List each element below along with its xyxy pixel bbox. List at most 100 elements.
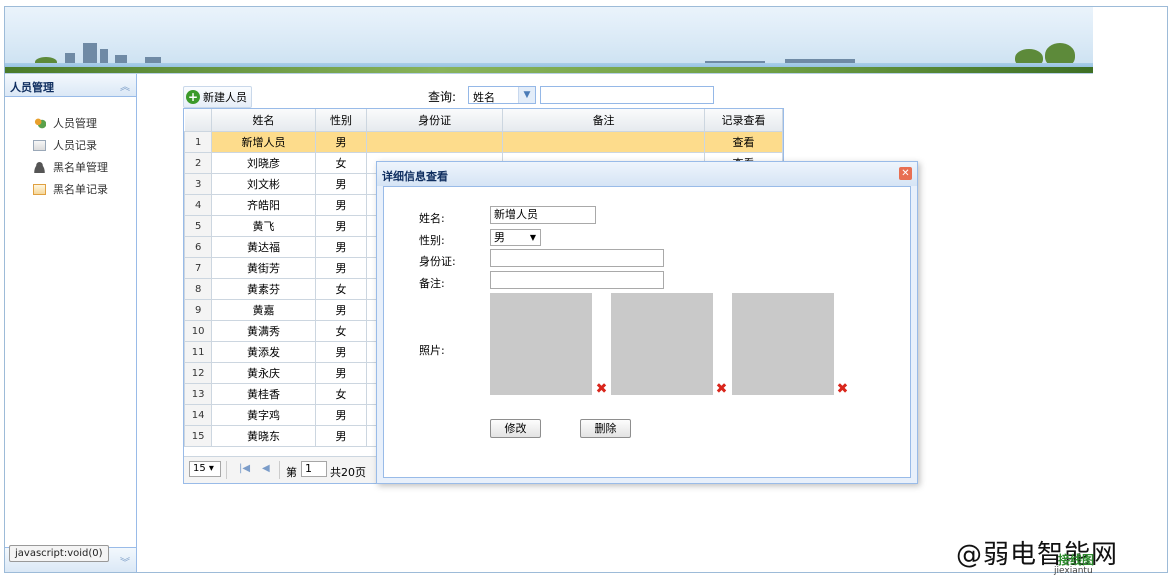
sex-value: 男 <box>494 231 505 244</box>
prev-page-icon[interactable]: ◀ <box>262 463 270 474</box>
delete-photo-icon[interactable]: ✖ <box>595 382 608 396</box>
row-number-cell: 3 <box>183 173 213 195</box>
sidebar-item-person-manage[interactable]: 人员管理 <box>33 113 136 135</box>
id-field[interactable] <box>490 249 664 267</box>
sex-label: 性别: <box>419 234 445 247</box>
row-number-cell: 15 <box>183 425 213 447</box>
rownum-header <box>184 109 213 132</box>
sex-cell: 男 <box>314 194 368 216</box>
col-header-view[interactable]: 记录查看 <box>704 109 783 132</box>
note-field[interactable] <box>490 271 664 289</box>
chevron-down-icon: ▼ <box>518 87 535 103</box>
total-pages-label: 共20页 <box>330 466 366 479</box>
name-cell: 新增人员 <box>211 131 316 153</box>
row-number-cell: 1 <box>183 131 213 153</box>
page-number-input[interactable]: 1 <box>301 461 327 477</box>
grass-shape <box>5 67 1093 73</box>
sidebar-item-label: 黑名单管理 <box>53 161 108 174</box>
photo-slot[interactable] <box>732 293 834 395</box>
row-number-cell: 10 <box>183 320 213 342</box>
query-field-select[interactable]: 姓名 ▼ <box>468 86 536 104</box>
name-cell: 黄满秀 <box>211 320 316 342</box>
name-cell: 黄晓东 <box>211 425 316 447</box>
note-cell <box>502 131 706 153</box>
edit-button[interactable]: 修改 <box>490 419 541 438</box>
sex-cell: 女 <box>314 383 368 405</box>
sidebar-item-blacklist-record[interactable]: 黑名单记录 <box>33 179 136 201</box>
id-label: 身份证: <box>419 255 456 268</box>
expand-icon[interactable]: ︾ <box>120 554 130 569</box>
sidebar-title: 人员管理 <box>10 81 54 94</box>
sex-cell: 女 <box>314 320 368 342</box>
new-person-button[interactable]: + 新建人员 <box>183 86 252 108</box>
sidebar-item-person-record[interactable]: 人员记录 <box>33 135 136 157</box>
row-number-cell: 6 <box>183 236 213 258</box>
sex-select[interactable]: 男 ▼ <box>490 229 541 246</box>
delete-photo-icon[interactable]: ✖ <box>836 382 849 396</box>
photo-label: 照片: <box>419 344 445 357</box>
row-number-cell: 7 <box>183 257 213 279</box>
row-number-cell: 12 <box>183 362 213 384</box>
name-cell: 黄飞 <box>211 215 316 237</box>
sidebar-item-blacklist-manage[interactable]: 黑名单管理 <box>33 157 136 179</box>
sex-cell: 男 <box>314 215 368 237</box>
col-header-id[interactable]: 身份证 <box>366 109 504 132</box>
note-label: 备注: <box>419 277 445 290</box>
user-black-icon <box>33 162 46 173</box>
row-number-cell: 4 <box>183 194 213 216</box>
page-size-select[interactable]: 15 ▾ <box>189 461 221 477</box>
col-header-sex[interactable]: 性别 <box>314 109 368 132</box>
sidebar-item-label: 人员记录 <box>53 139 97 152</box>
name-cell: 黄桂香 <box>211 383 316 405</box>
pager-separator <box>226 461 227 479</box>
sex-cell: 男 <box>314 236 368 258</box>
row-number-cell: 2 <box>183 152 213 174</box>
name-field[interactable]: 新增人员 <box>490 206 596 224</box>
view-link[interactable]: 查看 <box>704 131 783 153</box>
users-icon <box>33 118 46 129</box>
detail-dialog: 详细信息查看 ✕ 姓名: 新增人员 性别: 男 ▼ 身份证: 备注: 照片: ✖… <box>376 161 918 484</box>
name-cell: 黄素芬 <box>211 278 316 300</box>
name-cell: 黄字鸡 <box>211 404 316 426</box>
sex-cell: 男 <box>314 404 368 426</box>
grid-header-row: 姓名 性别 身份证 备注 记录查看 <box>184 109 783 132</box>
id-cell <box>366 131 504 153</box>
sex-cell: 女 <box>314 152 368 174</box>
chevron-down-icon: ▼ <box>529 233 536 242</box>
col-header-note[interactable]: 备注 <box>502 109 706 132</box>
name-cell: 齐皓阳 <box>211 194 316 216</box>
blacklist-record-icon <box>33 184 46 195</box>
dialog-body: 姓名: 新增人员 性别: 男 ▼ 身份证: 备注: 照片: ✖ ✖ ✖ 修改 删… <box>383 186 911 478</box>
photo-slot[interactable] <box>490 293 592 395</box>
pager-separator <box>279 461 280 479</box>
close-icon[interactable]: ✕ <box>899 167 912 180</box>
page-size-value: 15 <box>193 463 206 474</box>
page-label: 第 <box>286 466 297 479</box>
sex-cell: 男 <box>314 425 368 447</box>
first-page-icon[interactable]: |◀ <box>239 463 250 474</box>
photo-slot[interactable] <box>611 293 713 395</box>
sex-cell: 男 <box>314 299 368 321</box>
row-number-cell: 13 <box>183 383 213 405</box>
name-cell: 黄嘉 <box>211 299 316 321</box>
sex-cell: 男 <box>314 173 368 195</box>
new-person-label: 新建人员 <box>203 91 247 104</box>
delete-photo-icon[interactable]: ✖ <box>715 382 728 396</box>
name-cell: 刘晓彦 <box>211 152 316 174</box>
sex-cell: 男 <box>314 131 368 153</box>
col-header-name[interactable]: 姓名 <box>211 109 316 132</box>
collapse-icon[interactable]: ︽ <box>120 78 130 93</box>
row-number-cell: 8 <box>183 278 213 300</box>
table-row[interactable]: 1 新增人员男 查看 <box>183 131 783 153</box>
header-banner <box>5 7 1093 74</box>
sidebar-header: 人员管理 ︽ <box>5 74 136 97</box>
row-number-cell: 9 <box>183 299 213 321</box>
dialog-title: 详细信息查看 <box>382 170 448 183</box>
sidebar-item-label: 人员管理 <box>53 117 97 130</box>
watermark-sub: jiexiantu <box>1054 566 1093 576</box>
sex-cell: 男 <box>314 341 368 363</box>
query-field-value: 姓名 <box>473 91 495 104</box>
row-number-cell: 14 <box>183 404 213 426</box>
delete-button[interactable]: 删除 <box>580 419 631 438</box>
query-input[interactable] <box>540 86 714 104</box>
